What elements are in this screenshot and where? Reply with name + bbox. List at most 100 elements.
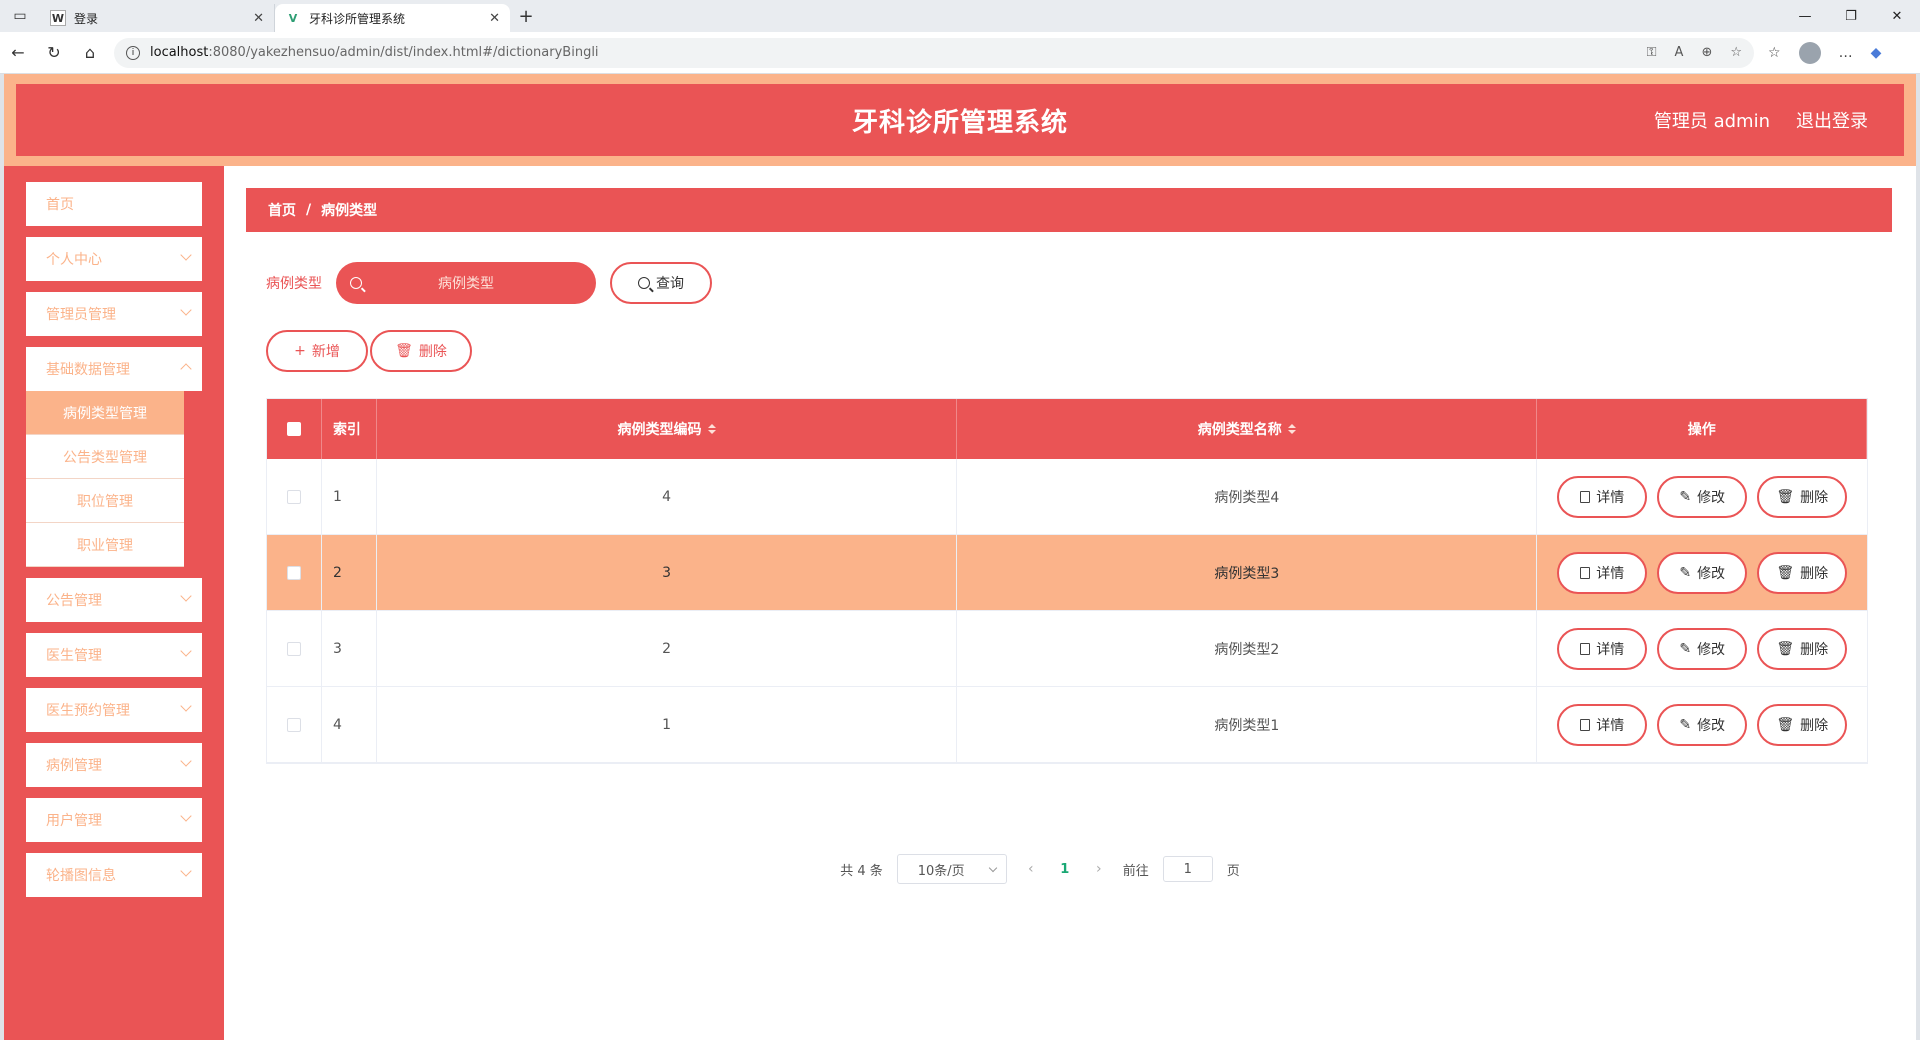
cell-index: 2 — [322, 535, 377, 610]
submenu-item-occupation[interactable]: 职业管理 — [26, 523, 184, 567]
refresh-icon[interactable]: ↻ — [36, 35, 72, 71]
close-icon[interactable]: ✕ — [253, 11, 264, 26]
delete-button[interactable]: 🗑 删除 — [1757, 475, 1848, 518]
detail-button[interactable]: 详情 — [1557, 627, 1648, 670]
search-input[interactable]: 病例类型 — [336, 262, 596, 304]
close-window-icon[interactable]: ✕ — [1874, 9, 1920, 24]
submenu-item-position[interactable]: 职位管理 — [26, 479, 184, 523]
pencil-icon: ✎ — [1679, 564, 1692, 581]
delete-button[interactable]: 🗑 删除 — [1757, 551, 1848, 594]
row-checkbox[interactable] — [286, 717, 301, 732]
next-page-icon[interactable]: › — [1089, 861, 1109, 877]
sidebar-item-case[interactable]: 病例管理 — [26, 743, 202, 787]
delete-label: 删除 — [1800, 489, 1829, 506]
delete-button[interactable]: 🗑 删除 — [1757, 627, 1848, 670]
sidebar-item-doctor[interactable]: 医生管理 — [26, 633, 202, 677]
sidebar-item-admin[interactable]: 管理员管理 — [26, 292, 202, 336]
back-icon[interactable]: ← — [0, 35, 36, 71]
pencil-icon: ✎ — [1679, 640, 1692, 657]
detail-button[interactable]: 详情 — [1557, 551, 1648, 594]
sort-icon[interactable] — [707, 424, 716, 434]
info-icon[interactable]: i — [126, 45, 140, 60]
batch-delete-button[interactable]: 🗑 删除 — [370, 330, 472, 372]
submenu-item-notice-type[interactable]: 公告类型管理 — [26, 435, 184, 479]
page-size-select[interactable]: 10条/页 — [896, 854, 1007, 884]
table-row[interactable]: 2 3 病例类型3 详情 ✎ 修改 🗑 删除 — [267, 535, 1867, 611]
document-icon — [1580, 718, 1591, 731]
column-header-name[interactable]: 病例类型名称 — [957, 399, 1538, 459]
search-placeholder: 病例类型 — [438, 276, 494, 292]
zoom-icon[interactable]: ⊕ — [1701, 45, 1712, 60]
sidebar-item-label: 管理员管理 — [46, 307, 116, 323]
sidebar-item-notice[interactable]: 公告管理 — [26, 578, 202, 622]
prev-page-icon[interactable]: ‹ — [1021, 861, 1041, 877]
home-icon[interactable]: ⌂ — [72, 35, 108, 71]
detail-button[interactable]: 详情 — [1557, 703, 1648, 746]
document-icon — [1580, 642, 1591, 655]
close-icon[interactable]: ✕ — [489, 11, 500, 26]
browser-tab-login[interactable]: W 登录 ✕ — [40, 4, 275, 32]
favorites-icon[interactable]: ☆ — [1768, 45, 1781, 61]
sidebar-submenu: 病例类型管理 公告类型管理 职位管理 职业管理 — [26, 391, 184, 567]
table-row[interactable]: 4 1 病例类型1 详情 ✎ 修改 🗑 删除 — [267, 687, 1867, 763]
add-button[interactable]: + 新增 — [266, 330, 368, 372]
edit-button[interactable]: ✎ 修改 — [1657, 627, 1748, 670]
cell-name: 病例类型1 — [957, 687, 1538, 762]
submenu-item-case-type[interactable]: 病例类型管理 — [26, 391, 184, 435]
table-row[interactable]: 1 4 病例类型4 详情 ✎ 修改 🗑 删除 — [267, 459, 1867, 535]
column-header-label: 病例类型编码 — [617, 422, 702, 438]
sidebar-item-home[interactable]: 首页 — [26, 182, 202, 226]
sidebar-item-carousel[interactable]: 轮播图信息 — [26, 853, 202, 897]
trash-icon: 🗑 — [1776, 716, 1795, 733]
sidebar-item-profile[interactable]: 个人中心 — [26, 237, 202, 281]
sidebar-item-appointment[interactable]: 医生预约管理 — [26, 688, 202, 732]
key-icon[interactable]: ⚿ — [1647, 45, 1657, 60]
delete-button-label: 删除 — [418, 344, 447, 360]
column-header-index: 索引 — [322, 399, 377, 459]
sidebar-item-label: 医生预约管理 — [46, 703, 130, 719]
goto-label: 前往 — [1122, 863, 1149, 879]
row-checkbox[interactable] — [286, 565, 301, 580]
goto-page-input[interactable]: 1 — [1162, 856, 1213, 882]
cell-name: 病例类型4 — [957, 459, 1538, 534]
new-tab-icon[interactable]: + — [510, 2, 542, 30]
read-aloud-icon[interactable]: A — [1675, 45, 1684, 60]
sidebar-item-basic-data[interactable]: 基础数据管理 — [26, 347, 202, 391]
sidebar: 首页 个人中心 管理员管理 基础数据管理 病例类型管理 公告类型管理 职位管理 … — [4, 166, 224, 1040]
more-icon[interactable]: … — [1839, 45, 1853, 61]
favorite-star-icon[interactable]: ☆ — [1730, 45, 1742, 60]
app-title: 牙科诊所管理系统 — [851, 107, 1068, 138]
row-checkbox[interactable] — [286, 489, 301, 504]
edit-label: 修改 — [1697, 565, 1726, 582]
row-checkbox[interactable] — [286, 641, 301, 656]
edit-button[interactable]: ✎ 修改 — [1657, 551, 1748, 594]
current-page[interactable]: 1 — [1055, 862, 1075, 877]
profile-avatar[interactable] — [1798, 41, 1821, 64]
browser-tab-active[interactable]: V 牙科诊所管理系统 ✕ — [275, 4, 510, 32]
chevron-down-icon — [180, 810, 192, 822]
search-button[interactable]: 查询 — [610, 262, 712, 304]
sidebar-item-user[interactable]: 用户管理 — [26, 798, 202, 842]
trash-icon: 🗑 — [1776, 564, 1795, 581]
chevron-down-icon — [180, 645, 192, 657]
logout-link[interactable]: 退出登录 — [1796, 107, 1868, 133]
copilot-icon[interactable]: ◆ — [1871, 45, 1882, 61]
restore-icon[interactable]: ❐ — [1828, 9, 1874, 24]
delete-button[interactable]: 🗑 删除 — [1757, 703, 1848, 746]
edit-button[interactable]: ✎ 修改 — [1657, 703, 1748, 746]
detail-label: 详情 — [1596, 717, 1625, 734]
tab-actions-icon[interactable]: ▭ — [0, 0, 40, 32]
edit-label: 修改 — [1697, 641, 1726, 658]
address-bar: ← ↻ ⌂ i localhost:8080/yakezhensuo/admin… — [0, 32, 1920, 74]
column-header-code[interactable]: 病例类型编码 — [377, 399, 958, 459]
detail-button[interactable]: 详情 — [1557, 475, 1648, 518]
action-bar: + 新增 🗑 删除 — [266, 330, 472, 372]
select-all-checkbox[interactable] — [286, 422, 301, 436]
sort-icon[interactable] — [1287, 424, 1296, 434]
table-row[interactable]: 3 2 病例类型2 详情 ✎ 修改 🗑 删除 — [267, 611, 1867, 687]
breadcrumb-home[interactable]: 首页 — [268, 200, 296, 220]
edit-button[interactable]: ✎ 修改 — [1657, 475, 1748, 518]
minimize-icon[interactable]: — — [1782, 9, 1828, 24]
url-field[interactable]: i localhost:8080/yakezhensuo/admin/dist/… — [114, 37, 1754, 68]
current-user: 管理员 admin — [1653, 111, 1770, 132]
